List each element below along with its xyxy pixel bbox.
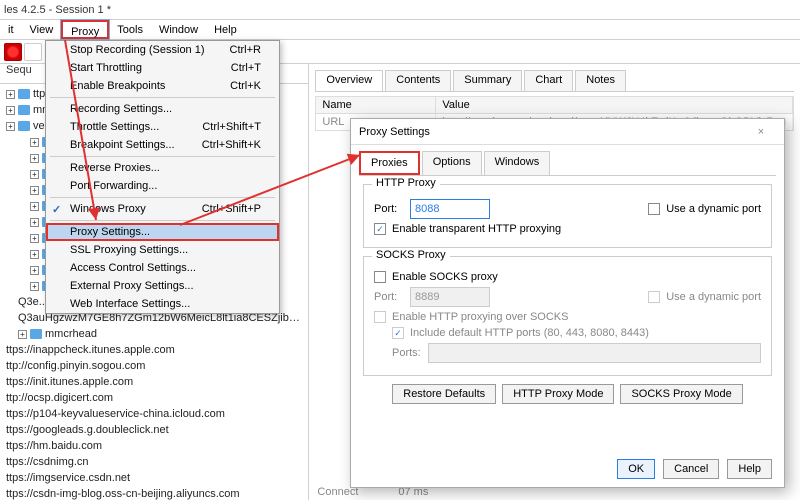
menu-item[interactable]: Breakpoint Settings...Ctrl+Shift+K [46,136,279,154]
mode-button[interactable]: HTTP Proxy Mode [502,384,614,404]
toolbar-button[interactable] [24,43,42,61]
tree-url[interactable]: ttps://init.itunes.apple.com [2,374,306,390]
menu-help[interactable]: Help [206,20,245,39]
mode-button[interactable]: SOCKS Proxy Mode [620,384,742,404]
overview-tabs: OverviewContentsSummaryChartNotes [315,70,794,92]
http-transparent-label: Enable transparent HTTP proxying [392,223,561,235]
tree-url[interactable]: ttps://csdn-img-blog.oss-cn-beijing.aliy… [2,486,306,500]
menu-item[interactable]: Enable BreakpointsCtrl+K [46,77,279,95]
tree-row[interactable]: +mmcrhead [2,326,306,342]
dialog-button-cancel[interactable]: Cancel [663,459,719,479]
socks-port-input [410,287,490,307]
menubar: it View Proxy Tools Window Help [0,20,800,40]
tree-url[interactable]: ttps://inappcheck.itunes.apple.com [2,342,306,358]
menu-item[interactable]: Start ThrottlingCtrl+T [46,59,279,77]
menu-item[interactable]: External Proxy Settings... [46,277,279,295]
dialog-footer: OK Cancel Help [617,459,772,479]
socks-include-label: Include default HTTP ports (80, 443, 808… [410,327,649,339]
overview-tab[interactable]: Summary [453,70,522,91]
menu-item[interactable]: Stop Recording (Session 1)Ctrl+R [46,41,279,59]
window-title: les 4.2.5 - Session 1 * [0,0,800,20]
menu-item[interactable]: Recording Settings... [46,100,279,118]
menu-proxy[interactable]: Proxy [61,20,109,39]
menu-it[interactable]: it [0,20,22,39]
dialog-button-help[interactable]: Help [727,459,772,479]
dialog-tabs: ProxiesOptionsWindows [359,151,776,176]
socks-proxy-group: SOCKS Proxy Enable SOCKS proxy Port: Use… [363,256,772,376]
proxy-settings-dialog: Proxy Settings × ProxiesOptionsWindows H… [350,118,785,488]
tree-url[interactable]: ttps://googleads.g.doubleclick.net [2,422,306,438]
socks-include-checkbox [392,327,404,339]
tree-url[interactable]: ttps://csdnimg.cn [2,454,306,470]
dialog-tab[interactable]: Windows [484,151,551,175]
dialog-tab[interactable]: Proxies [359,151,420,175]
http-proxy-legend: HTTP Proxy [372,177,440,189]
tree-url[interactable]: ttps://p104-keyvalueservice-china.icloud… [2,406,306,422]
tree-url[interactable]: ttp://ocsp.digicert.com [2,390,306,406]
tree-url[interactable]: ttp://config.pinyin.sogou.com [2,358,306,374]
socks-dynamic-label: Use a dynamic port [666,291,761,303]
menu-item[interactable]: Access Control Settings... [46,259,279,277]
menu-item[interactable]: Throttle Settings...Ctrl+Shift+T [46,118,279,136]
menu-item[interactable]: ✓Windows ProxyCtrl+Shift+P [46,200,279,218]
close-icon[interactable]: × [746,126,776,138]
col-name: Name [316,97,436,113]
proxy-menu-dropdown[interactable]: Stop Recording (Session 1)Ctrl+RStart Th… [45,40,280,314]
http-dynamic-checkbox[interactable] [648,203,660,215]
overview-tab[interactable]: Overview [315,70,383,91]
socks-http-over-label: Enable HTTP proxying over SOCKS [392,311,568,323]
socks-ports-input [428,343,761,363]
socks-port-label: Port: [374,291,404,303]
http-proxy-group: HTTP Proxy Port: Use a dynamic port Enab… [363,184,772,248]
http-transparent-checkbox[interactable] [374,223,386,235]
dialog-title: Proxy Settings [359,126,430,138]
overview-tab[interactable]: Notes [575,70,626,91]
mode-button[interactable]: Restore Defaults [392,384,496,404]
tab-sequence[interactable]: Sequ [6,64,32,76]
mode-buttons: Restore Defaults HTTP Proxy Mode SOCKS Pro… [363,384,772,404]
record-button[interactable] [4,43,22,61]
socks-legend: SOCKS Proxy [372,249,450,261]
tree-url[interactable]: ttps://hm.baidu.com [2,438,306,454]
menu-item[interactable]: Proxy Settings... [46,223,279,241]
http-port-input[interactable] [410,199,490,219]
socks-ports-label: Ports: [392,347,422,359]
col-value: Value [436,97,793,113]
menu-item[interactable]: Web Interface Settings... [46,295,279,313]
overview-tab[interactable]: Contents [385,70,451,91]
http-port-label: Port: [374,203,404,215]
menu-item[interactable]: SSL Proxying Settings... [46,241,279,259]
menu-window[interactable]: Window [151,20,206,39]
http-dynamic-label: Use a dynamic port [666,203,761,215]
socks-dynamic-checkbox [648,291,660,303]
menu-view[interactable]: View [22,20,62,39]
menu-item[interactable]: Reverse Proxies... [46,159,279,177]
socks-enable-label: Enable SOCKS proxy [392,271,498,283]
menu-item[interactable]: Port Forwarding... [46,177,279,195]
overview-tab[interactable]: Chart [524,70,573,91]
menu-tools[interactable]: Tools [109,20,151,39]
tree-url[interactable]: ttps://imgservice.csdn.net [2,470,306,486]
socks-enable-checkbox[interactable] [374,271,386,283]
dialog-tab[interactable]: Options [422,151,482,175]
socks-http-over-checkbox [374,311,386,323]
dialog-button-ok[interactable]: OK [617,459,655,479]
